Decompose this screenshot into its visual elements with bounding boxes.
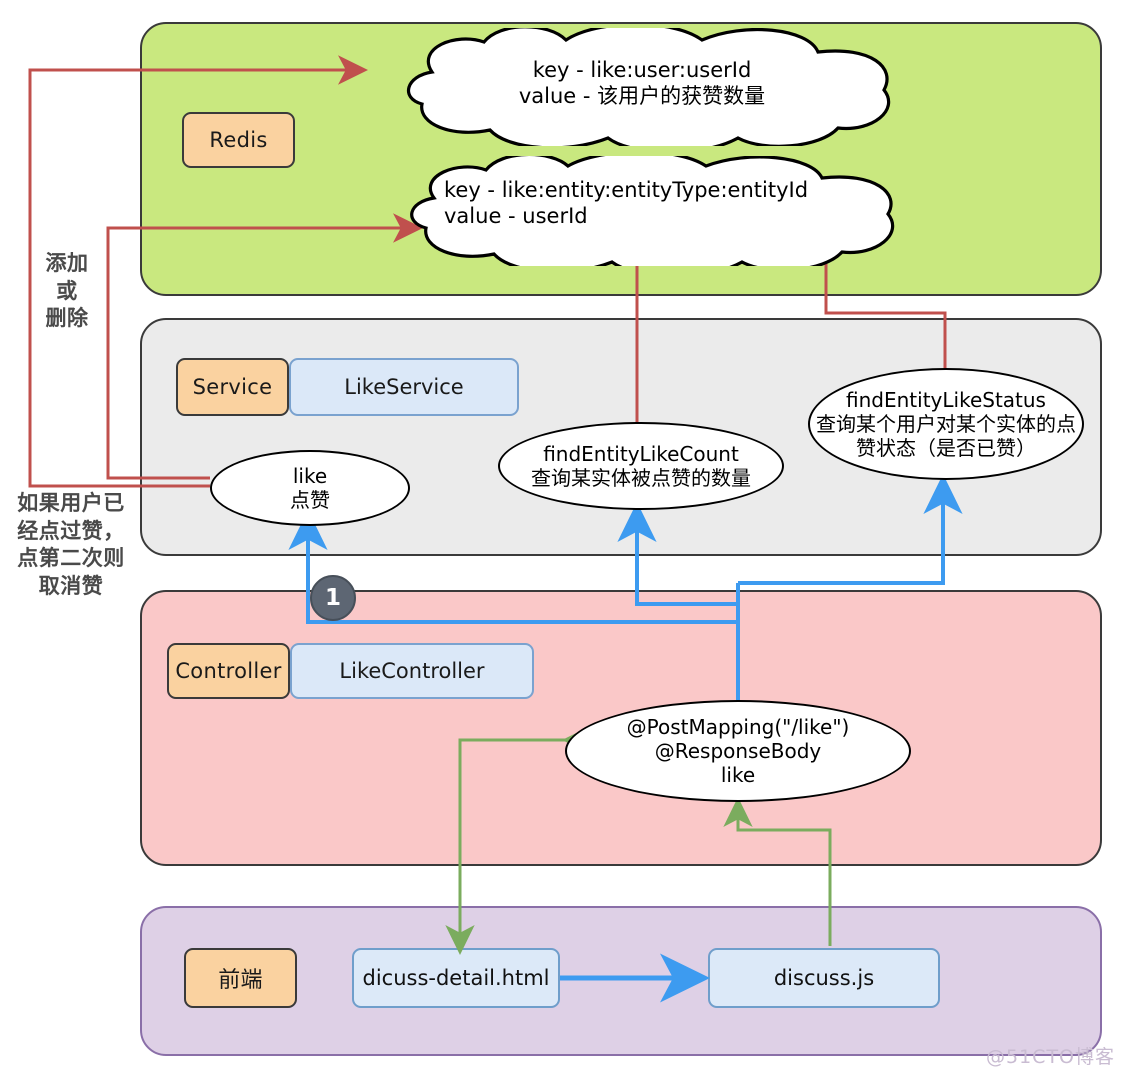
step-badge-1: 1	[310, 575, 356, 621]
cloud-entity-like-line2: value - userId	[444, 204, 588, 228]
diagram-canvas: key - like:user:userId value - 该用户的获赞数量 …	[0, 0, 1129, 1076]
endpoint-line2: @ResponseBody	[654, 739, 822, 763]
method-status-desc2: 赞状态（是否已赞）	[856, 436, 1036, 460]
endpoint-line3: like	[720, 763, 756, 787]
method-count-desc: 查询某实体被点赞的数量	[531, 466, 751, 490]
watermark: @51CTO博客	[986, 1046, 1116, 1068]
cloud-user-like-text: key - like:user:userId value - 该用户的获赞数量	[392, 52, 892, 116]
arrow-controller-to-count	[617, 502, 738, 606]
method-status-desc: 查询某个用户对某个实体的点	[816, 412, 1076, 436]
cloud-user-like-line1: key - like:user:userId	[532, 58, 752, 83]
arrow-js-to-endpoint	[723, 797, 832, 946]
arrow-like-to-entity-cloud	[106, 213, 423, 480]
arrow-controller-to-status	[738, 474, 963, 585]
note-toggle-like: 如果用户已 经点过赞， 点第二次则 取消赞	[17, 491, 125, 599]
method-like-desc: 点赞	[290, 488, 330, 512]
endpoint-post-like: @PostMapping("/like") @ResponseBody like	[565, 700, 911, 802]
method-like-name: like	[292, 464, 328, 488]
note-add-or-delete: 添加 或 删除	[45, 251, 89, 331]
endpoint-line1: @PostMapping("/like")	[626, 715, 850, 739]
arrow-endpoint-to-html	[445, 725, 592, 955]
method-find-entity-like-status: findEntityLikeStatus 查询某个用户对某个实体的点 赞状态（是…	[808, 368, 1084, 480]
method-find-entity-like-count: findEntityLikeCount 查询某实体被点赞的数量	[498, 422, 784, 510]
cloud-entity-like-line1: key - like:entity:entityType:entityId	[444, 178, 809, 203]
method-count-name: findEntityLikeCount	[543, 442, 739, 466]
method-status-name: findEntityLikeStatus	[846, 388, 1046, 412]
method-like: like 点赞	[210, 450, 410, 526]
cloud-user-like-line2: value - 该用户的获赞数量	[518, 84, 766, 108]
cloud-entity-like-text: key - like:entity:entityType:entityId va…	[392, 172, 902, 236]
